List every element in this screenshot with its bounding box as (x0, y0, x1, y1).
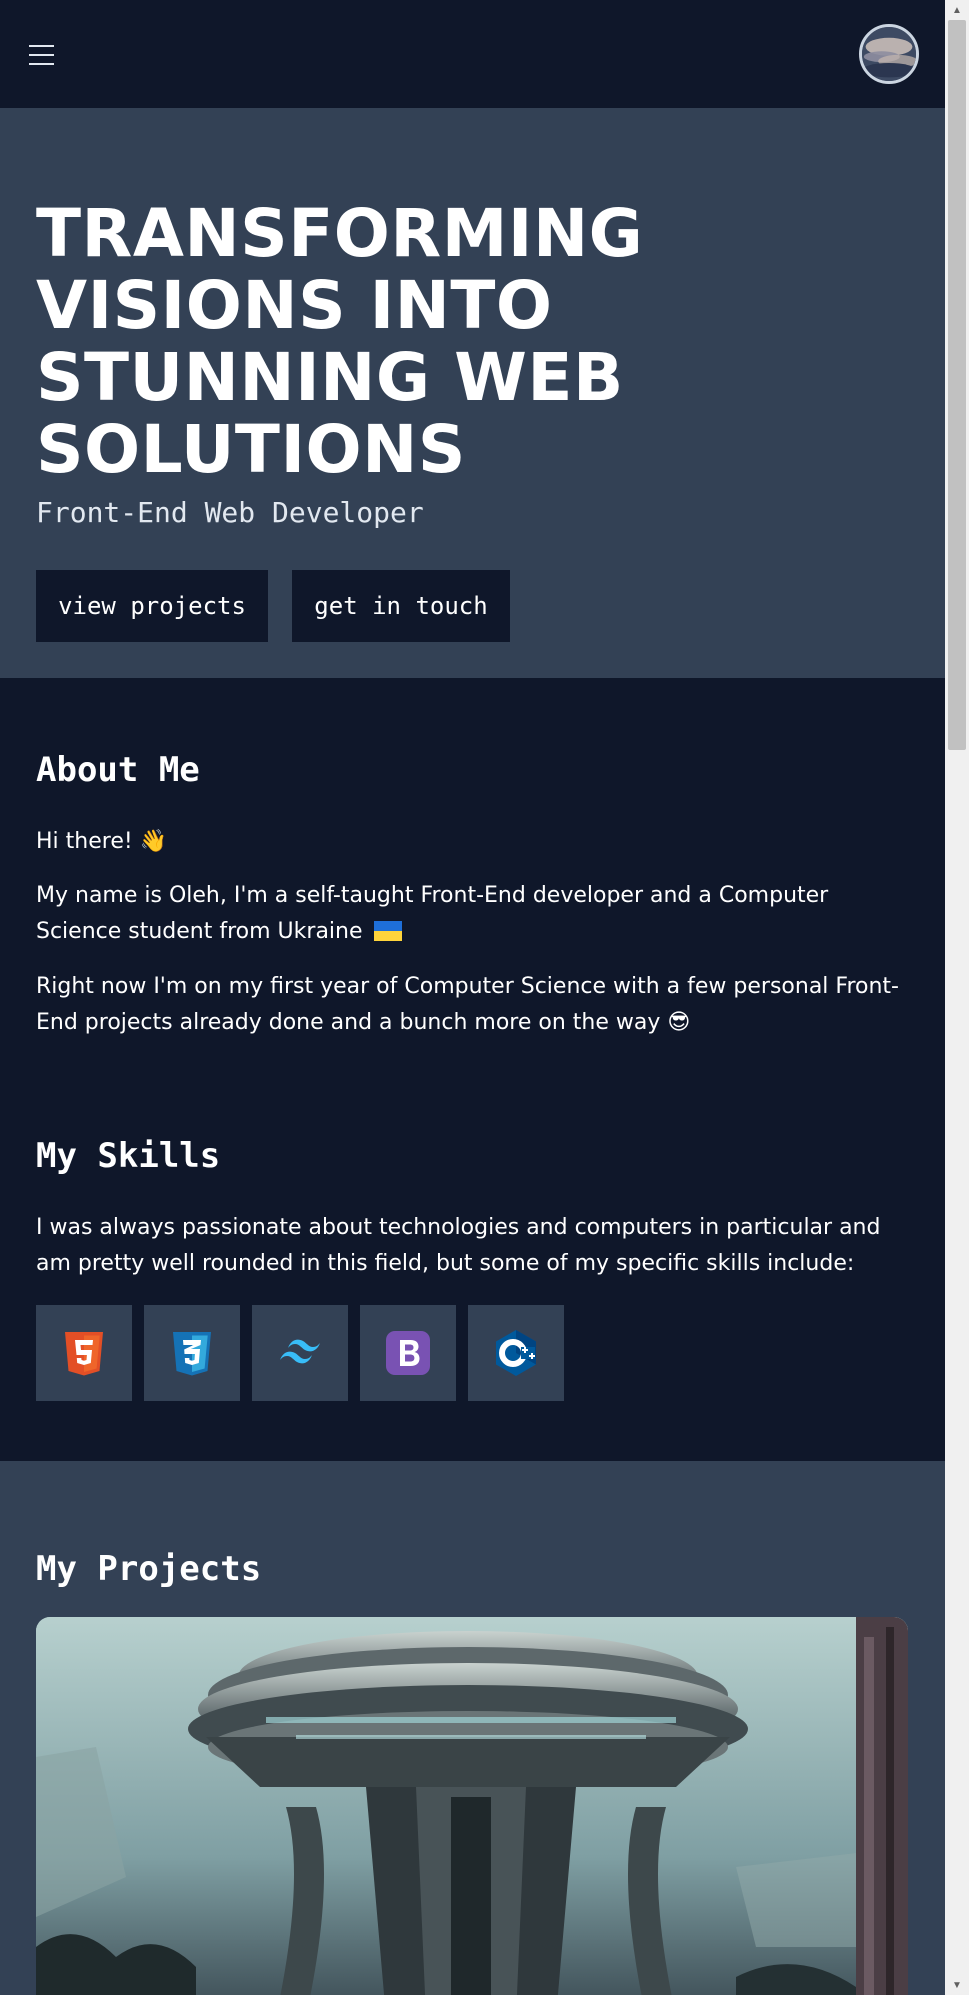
html5-icon (65, 1332, 103, 1376)
status-text: Right now I'm on my first year of Comput… (36, 974, 899, 1035)
bootstrap-icon (386, 1331, 430, 1375)
about-title: About Me (36, 750, 200, 790)
cplusplus-icon (496, 1330, 536, 1376)
scrollbar-thumb[interactable] (948, 20, 966, 750)
skill-tile-bootstrap (360, 1305, 456, 1401)
hero-title: TRANSFORMING VISIONS INTO STUNNING WEB S… (36, 195, 644, 488)
skill-tile-html5 (36, 1305, 132, 1401)
about-status: Right now I'm on my first year of Comput… (36, 969, 916, 1041)
view-projects-button[interactable]: view projects (36, 570, 268, 642)
hero-section: TRANSFORMING VISIONS INTO STUNNING WEB S… (0, 108, 945, 678)
skill-tile-cplusplus (468, 1305, 564, 1401)
scroll-down-arrow-icon[interactable]: ▼ (945, 1975, 969, 1995)
projects-section: My Projects (0, 1461, 945, 1995)
skill-tile-css3 (144, 1305, 240, 1401)
page: TRANSFORMING VISIONS INTO STUNNING WEB S… (0, 0, 945, 1995)
skills-list (36, 1305, 564, 1401)
project-card-image[interactable] (36, 1617, 908, 1995)
skill-tile-tailwind (252, 1305, 348, 1401)
sunglasses-face-icon: 😎 (667, 1010, 691, 1035)
scroll-up-arrow-icon[interactable]: ▲ (945, 0, 969, 20)
projects-title: My Projects (36, 1549, 262, 1589)
about-section: About Me Hi there! 👋 My name is Oleh, I'… (0, 678, 945, 1461)
greeting-text: Hi there! (36, 829, 133, 854)
skills-description: I was always passionate about technologi… (36, 1215, 881, 1276)
ukraine-flag-icon (373, 921, 402, 941)
futuristic-city-image (36, 1617, 908, 1995)
vertical-scrollbar[interactable]: ▲ ▼ (945, 0, 969, 1995)
intro-text: My name is Oleh, I'm a self-taught Front… (36, 883, 829, 944)
css3-icon (173, 1332, 211, 1376)
profile-avatar[interactable] (859, 24, 919, 84)
tailwind-icon (280, 1339, 320, 1364)
skills-title: My Skills (36, 1136, 221, 1176)
about-greeting: Hi there! 👋 (36, 824, 916, 860)
about-intro: My name is Oleh, I'm a self-taught Front… (36, 878, 916, 950)
waving-hand-icon: 👋 (139, 829, 168, 854)
hamburger-menu-icon[interactable] (26, 42, 58, 68)
hero-subtitle: Front-End Web Developer (36, 496, 424, 529)
get-in-touch-button[interactable]: get in touch (292, 570, 510, 642)
top-navbar (0, 0, 945, 108)
